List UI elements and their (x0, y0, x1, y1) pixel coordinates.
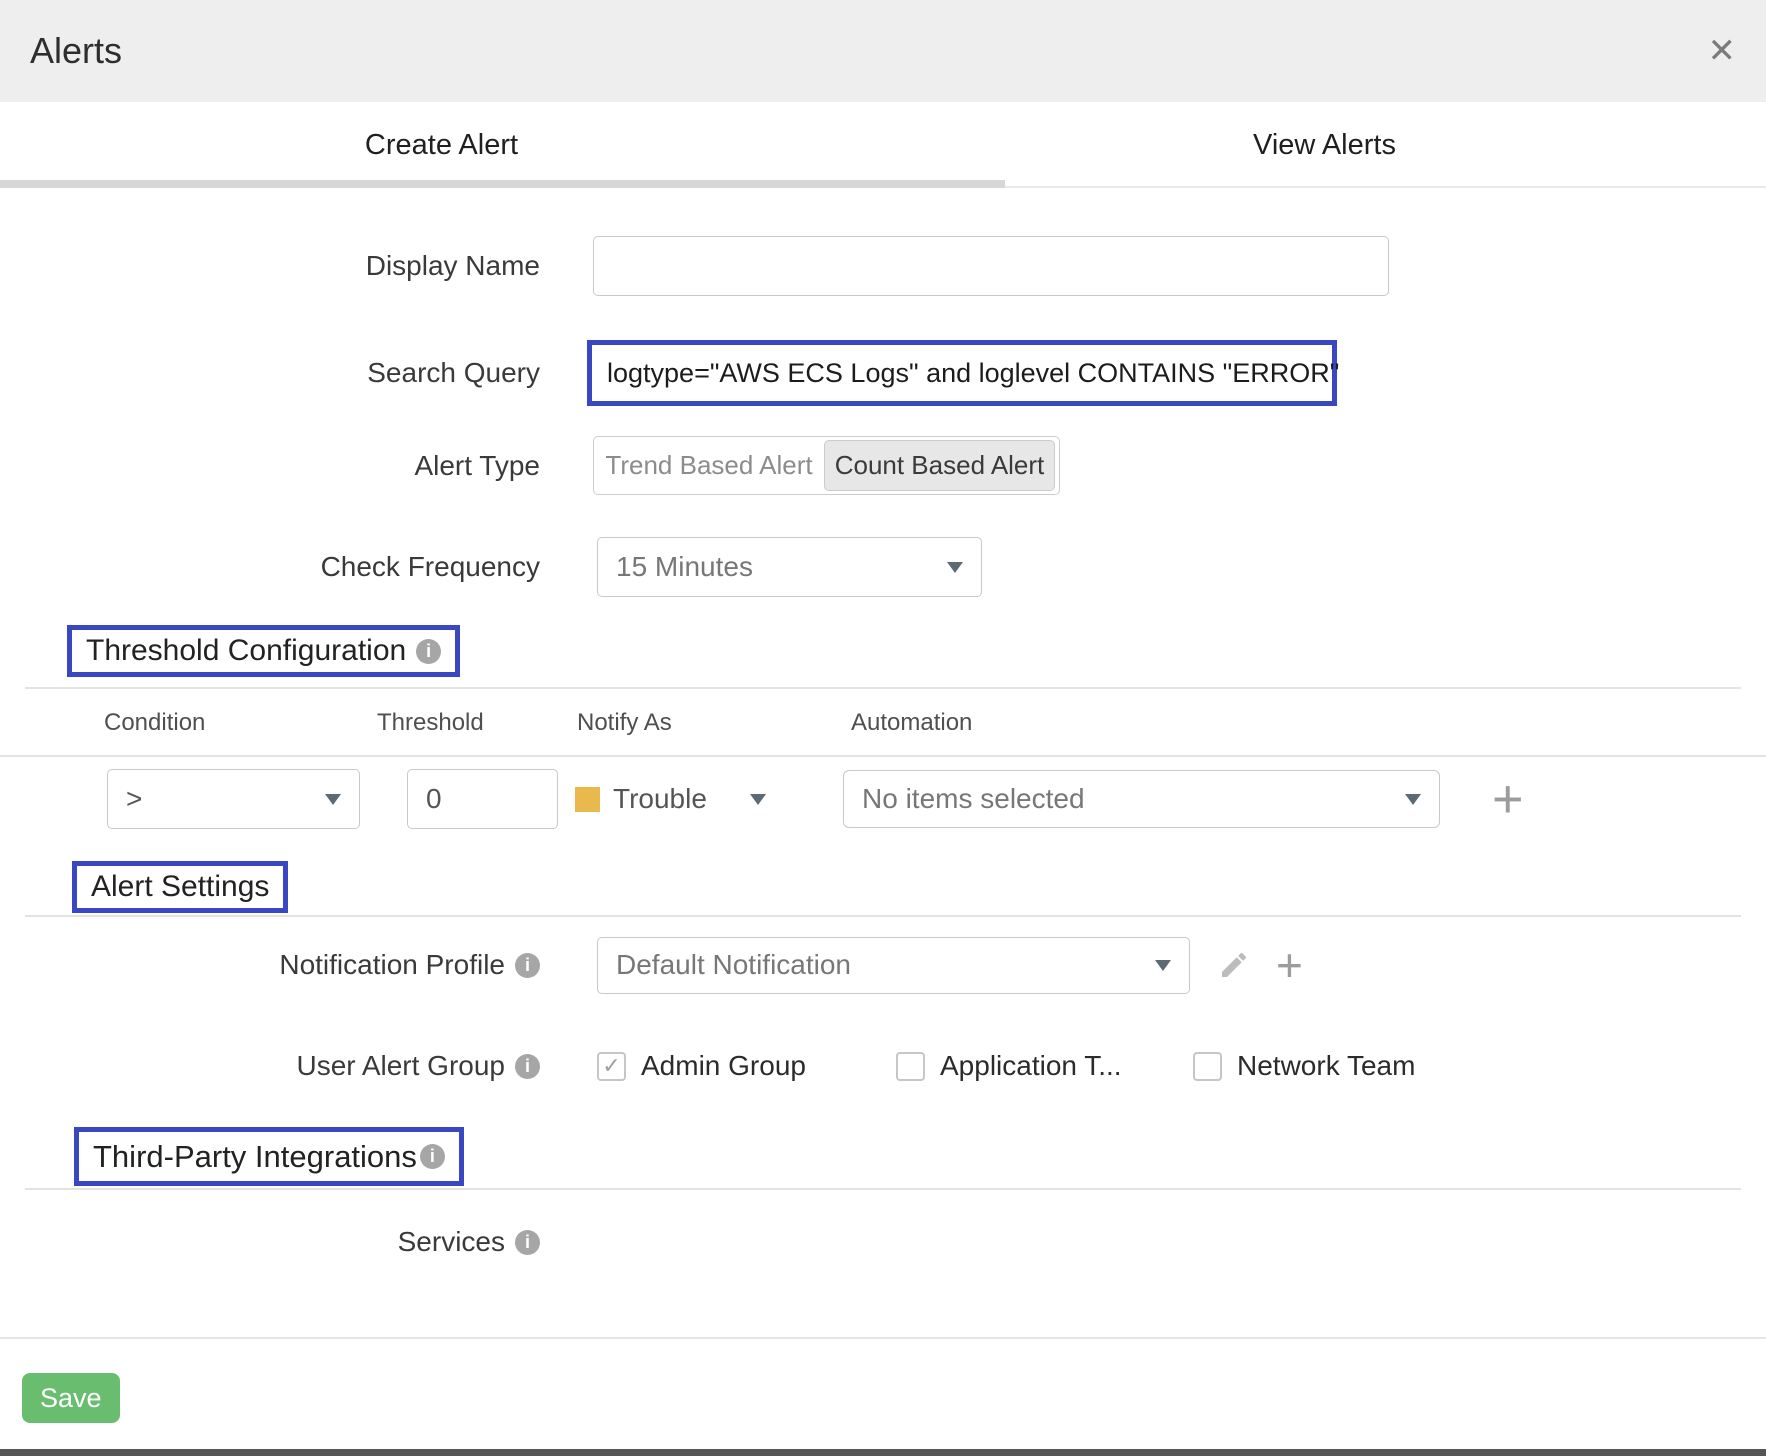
checkbox-label: Network Team (1237, 1050, 1415, 1082)
info-icon[interactable]: i (515, 953, 540, 978)
edit-pencil-icon[interactable] (1218, 949, 1250, 981)
third-party-integrations-section-header: Third-Party Integrations i (74, 1127, 1766, 1186)
check-frequency-dropdown[interactable]: 15 Minutes (597, 537, 982, 597)
checkbox-unchecked-icon[interactable] (896, 1052, 925, 1081)
notify-as-value: Trouble (613, 783, 707, 815)
user-alert-group-row: User Alert Group i ✓ Admin Group Applica… (0, 1038, 1766, 1094)
search-query-label: Search Query (0, 357, 540, 389)
save-button[interactable]: Save (22, 1373, 120, 1423)
user-alert-group-label: User Alert Group i (0, 1050, 540, 1082)
column-header-condition: Condition (104, 709, 205, 737)
add-threshold-row-button[interactable]: + (1492, 769, 1524, 829)
active-tab-indicator (0, 180, 1005, 188)
search-query-row: Search Query logtype="AWS ECS Logs" and … (0, 340, 1766, 406)
alert-settings-title: Alert Settings (91, 870, 269, 904)
checkbox-admin-group[interactable]: ✓ Admin Group (597, 1038, 806, 1094)
divider (0, 755, 1766, 757)
automation-dropdown[interactable]: No items selected (843, 770, 1440, 828)
third-party-integrations-title: Third-Party Integrations (93, 1139, 417, 1175)
threshold-input[interactable]: 0 (407, 769, 558, 829)
alert-settings-section-header: Alert Settings (72, 861, 1766, 913)
threshold-table-row: > 0 Trouble No items selected + (0, 769, 1766, 829)
search-query-input[interactable]: logtype="AWS ECS Logs" and loglevel CONT… (587, 340, 1337, 406)
checkbox-checked-icon[interactable]: ✓ (597, 1052, 626, 1081)
chevron-down-icon (947, 562, 963, 573)
alert-type-row: Alert Type Trend Based Alert Count Based… (0, 436, 1766, 495)
user-alert-group-label-text: User Alert Group (296, 1050, 505, 1082)
alert-type-option-trend[interactable]: Trend Based Alert (594, 437, 824, 494)
chevron-down-icon (325, 794, 341, 805)
column-header-threshold: Threshold (377, 709, 484, 737)
condition-value: > (126, 783, 142, 815)
chevron-down-icon[interactable] (750, 794, 766, 805)
alert-settings-title-box: Alert Settings (72, 861, 288, 913)
checkbox-unchecked-icon[interactable] (1193, 1052, 1222, 1081)
display-name-label: Display Name (0, 250, 540, 282)
notification-profile-value: Default Notification (616, 949, 851, 981)
chevron-down-icon (1405, 794, 1421, 805)
notification-profile-dropdown[interactable]: Default Notification (597, 937, 1190, 994)
info-icon[interactable]: i (515, 1230, 540, 1255)
trouble-color-swatch (575, 787, 600, 812)
notification-profile-row: Notification Profile i Default Notificat… (0, 936, 1766, 994)
display-name-input[interactable] (593, 236, 1389, 296)
info-icon[interactable]: i (416, 639, 441, 664)
check-frequency-row: Check Frequency 15 Minutes (0, 537, 1766, 597)
tab-create-alert[interactable]: Create Alert (0, 102, 883, 188)
tab-view-alerts[interactable]: View Alerts (883, 102, 1766, 188)
checkbox-label: Admin Group (641, 1050, 806, 1082)
alert-type-option-count-selected[interactable]: Count Based Alert (824, 440, 1055, 491)
checkbox-network-team[interactable]: Network Team (1193, 1038, 1415, 1094)
threshold-configuration-title: Threshold Configuration (86, 634, 406, 668)
column-header-notify-as: Notify As (577, 709, 672, 737)
notify-as-dropdown[interactable]: Trouble (575, 769, 707, 829)
automation-value: No items selected (862, 783, 1085, 815)
display-name-row: Display Name (0, 235, 1766, 297)
info-icon[interactable]: i (420, 1144, 445, 1169)
info-icon[interactable]: i (515, 1054, 540, 1079)
notification-profile-label: Notification Profile i (0, 949, 540, 981)
dialog-footer: Save (0, 1337, 1766, 1456)
condition-dropdown[interactable]: > (107, 769, 360, 829)
chevron-down-icon (1155, 960, 1171, 971)
alert-type-label: Alert Type (0, 450, 540, 482)
alert-type-toggle: Trend Based Alert Count Based Alert (593, 436, 1060, 495)
alerts-dialog: Alerts ✕ Create Alert View Alerts Displa… (0, 0, 1766, 1456)
threshold-configuration-section-header: Threshold Configuration i (67, 625, 1766, 677)
services-label-text: Services (398, 1226, 505, 1258)
page-title: Alerts (30, 30, 122, 72)
dialog-header: Alerts ✕ (0, 0, 1766, 102)
threshold-configuration-title-box: Threshold Configuration i (67, 625, 460, 677)
services-row: Services i (0, 1220, 1766, 1264)
column-header-automation: Automation (851, 709, 972, 737)
checkbox-application-team[interactable]: Application T... (896, 1038, 1122, 1094)
dialog-bottom-edge (0, 1449, 1766, 1456)
services-label: Services i (0, 1226, 540, 1258)
add-notification-profile-button[interactable]: + (1276, 942, 1303, 988)
threshold-table-headers: Condition Threshold Notify As Automation (0, 689, 1766, 755)
close-icon[interactable]: ✕ (1708, 34, 1737, 68)
divider (25, 915, 1741, 917)
check-frequency-value: 15 Minutes (616, 551, 753, 583)
check-frequency-label: Check Frequency (0, 551, 540, 583)
divider (25, 1188, 1741, 1190)
notification-profile-label-text: Notification Profile (279, 949, 505, 981)
checkbox-label: Application T... (940, 1050, 1122, 1082)
third-party-integrations-title-box: Third-Party Integrations i (74, 1127, 464, 1186)
tab-bar: Create Alert View Alerts (0, 102, 1766, 188)
